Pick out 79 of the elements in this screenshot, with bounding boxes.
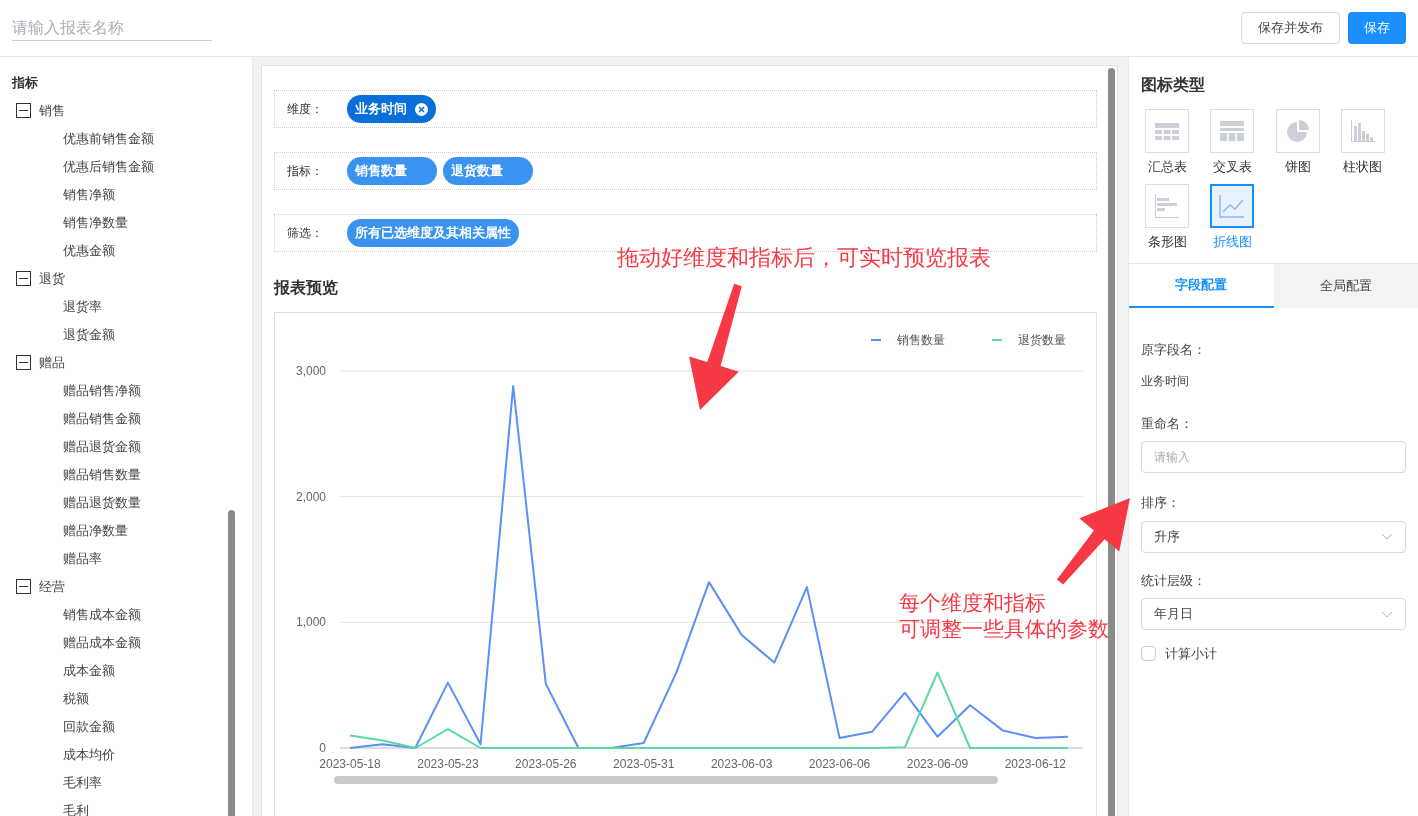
legend-label[interactable]: 退货数量 [1018,333,1066,347]
tree-item[interactable]: 销售成本金额 [12,600,252,629]
tree-item[interactable]: 优惠后销售金额 [12,152,252,181]
collapse-icon[interactable] [16,271,31,286]
y-tick-label: 1,000 [295,615,326,630]
legend-label[interactable]: 销售数量 [897,333,945,347]
y-tick-label: 0 [319,741,326,755]
dimension-tag[interactable]: 业务时间 [347,95,436,123]
tree-item[interactable]: 成本均价 [12,740,252,769]
tree-item[interactable]: 优惠前销售金额 [12,124,252,153]
horizontal-scrollbar[interactable] [334,776,998,784]
annotation-text: 可调整一些具体的参数 [899,616,1109,642]
report-name-field[interactable]: 请输入报表名称 [12,15,212,41]
tree-item[interactable]: 销售净额 [12,180,252,209]
tree-group-label[interactable]: 销售 [39,100,65,121]
tree-item[interactable]: 赠品净数量 [12,516,252,545]
checkbox-label[interactable]: 计算小计 [1165,644,1217,664]
y-tick-label: 2,000 [295,489,326,504]
tree-item[interactable]: 赠品销售金额 [12,404,252,433]
collapse-icon[interactable] [16,103,31,118]
panel-title: 图标类型 [1140,75,1206,95]
x-tick-label: 2023-05-18 [319,757,381,771]
collapse-icon[interactable] [16,579,31,594]
chevron-down-icon [1381,610,1393,618]
sort-select[interactable]: 升序 [1141,520,1406,553]
tree-item[interactable]: 退货率 [12,292,252,321]
bar-chart-icon [1350,120,1375,142]
drop-zone-label: 指标： [287,163,317,180]
chevron-down-icon [1381,533,1393,540]
tree-item[interactable]: 回款金额 [12,712,252,741]
field-label: 统计层级： [1141,571,1207,590]
x-tick-label: 2023-06-12 [1004,757,1067,771]
rename-input[interactable]: 请输入 [1141,441,1406,473]
tree-item[interactable]: 毛利率 [12,768,252,797]
annotation-text: 每个维度和指标 [899,590,1046,616]
x-tick-label: 2023-06-03 [710,757,773,771]
tree-item[interactable]: 赠品率 [12,544,252,573]
vertical-scrollbar[interactable] [228,510,235,816]
vertical-scrollbar[interactable] [1108,68,1115,816]
drop-zone-label: 筛选： [287,225,317,242]
remove-icon[interactable] [415,102,428,116]
crosstab-chart-icon [1220,121,1245,141]
drop-zone-label: 维度： [287,101,317,118]
line-chart-icon [1219,193,1246,218]
config-tab[interactable]: 全局配置 [1273,264,1418,308]
tree-item[interactable]: 优惠金额 [12,236,252,265]
tree-item[interactable]: 销售净数量 [12,208,252,237]
x-tick-label: 2023-05-23 [417,757,479,771]
field-label: 原字段名： [1141,341,1207,359]
save-and-publish-button[interactable]: 保存并发布 [1241,12,1340,44]
tree-item[interactable]: 赠品成本金额 [12,628,252,657]
preview-title: 报表预览 [274,278,339,298]
y-tick-label: 3,000 [295,364,326,378]
x-tick-label: 2023-05-31 [613,757,675,771]
x-tick-label: 2023-06-09 [906,757,969,771]
pie-chart-icon [1286,120,1309,142]
subtotal-checkbox[interactable] [1141,646,1156,662]
tree-group-label[interactable]: 经营 [39,576,65,597]
tree-item[interactable]: 赠品退货数量 [12,488,252,517]
hbar-chart-icon [1155,193,1179,218]
tree-item[interactable]: 赠品销售净额 [12,376,252,405]
field-value: 业务时间 [1141,372,1190,390]
tree-item[interactable]: 赠品销售数量 [12,460,252,489]
x-tick-label: 2023-05-26 [515,757,577,771]
level-select[interactable]: 年月日 [1141,598,1406,630]
tree-item[interactable]: 赠品退货金额 [12,432,252,461]
table-chart-icon [1155,122,1179,140]
x-tick-label: 2023-06-06 [808,757,871,771]
tree-group-label[interactable]: 退货 [39,268,65,289]
tree-item[interactable]: 毛利 [12,796,252,816]
tree-item[interactable]: 税额 [12,684,252,713]
sidebar-title: 指标 [12,74,39,92]
collapse-icon[interactable] [16,355,31,370]
annotation-text: 拖动好维度和指标后，可实时预览报表 [617,244,991,272]
tree-item[interactable]: 成本金额 [12,656,252,685]
field-label: 重命名： [1141,414,1194,433]
tree-item[interactable]: 退货金额 [12,320,252,349]
field-label: 排序： [1141,494,1181,512]
tree-group-label[interactable]: 赠品 [39,352,65,373]
